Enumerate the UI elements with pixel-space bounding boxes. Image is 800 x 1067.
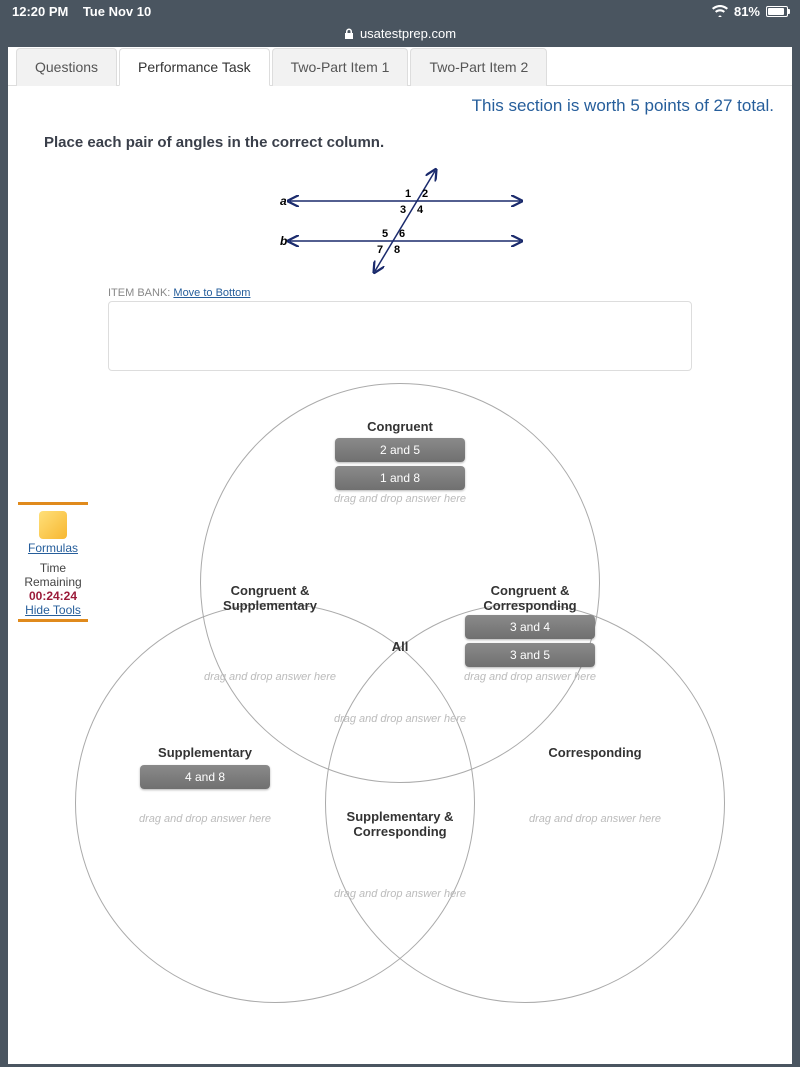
tab-performance-task[interactable]: Performance Task — [119, 48, 270, 86]
chip-3-and-4[interactable]: 3 and 4 — [465, 615, 595, 639]
status-time: 12:20 PM — [12, 4, 68, 19]
wifi-icon — [712, 5, 728, 17]
svg-text:7: 7 — [377, 244, 383, 256]
chip-2-and-5[interactable]: 2 and 5 — [335, 438, 465, 462]
chip-1-and-8[interactable]: 1 and 8 — [335, 466, 465, 490]
url-text: usatestprep.com — [360, 26, 456, 41]
page-content: Questions Performance Task Two-Part Item… — [8, 47, 792, 1064]
svg-text:1: 1 — [405, 188, 411, 200]
tab-questions[interactable]: Questions — [16, 48, 117, 86]
tab-two-part-1[interactable]: Two-Part Item 1 — [272, 48, 409, 86]
line-a-label: a — [280, 194, 287, 208]
item-bank-label: ITEM BANK: — [108, 287, 170, 299]
svg-text:6: 6 — [399, 228, 405, 240]
label-cong-supp: Congruent & Supplementary — [195, 583, 345, 613]
svg-text:5: 5 — [382, 228, 388, 240]
battery-icon — [766, 6, 788, 17]
venn-diagram: Congruent drag and drop answer here Cong… — [15, 383, 785, 1023]
svg-text:8: 8 — [394, 244, 400, 256]
label-corresponding: Corresponding — [520, 745, 670, 760]
points-info: This section is worth 5 points of 27 tot… — [8, 86, 792, 120]
item-bank-dropzone[interactable] — [108, 301, 692, 371]
drop-all[interactable]: drag and drop answer here — [320, 713, 480, 725]
label-all: All — [325, 639, 475, 654]
lock-icon — [344, 28, 354, 40]
tab-bar: Questions Performance Task Two-Part Item… — [8, 47, 792, 86]
drop-cong-corr[interactable]: drag and drop answer here — [450, 671, 610, 683]
label-cong-corr: Congruent & Corresponding — [455, 583, 605, 613]
move-to-bottom-link[interactable]: Move to Bottom — [173, 287, 250, 299]
chip-3-and-5[interactable]: 3 and 5 — [465, 643, 595, 667]
chip-4-and-8[interactable]: 4 and 8 — [140, 765, 270, 789]
drop-cong-supp[interactable]: drag and drop answer here — [190, 671, 350, 683]
tab-two-part-2[interactable]: Two-Part Item 2 — [410, 48, 547, 86]
item-bank-label-row: ITEM BANK: Move to Bottom — [8, 287, 792, 301]
question-prompt: Place each pair of angles in the correct… — [8, 120, 792, 161]
battery-percent: 81% — [734, 4, 760, 19]
svg-text:2: 2 — [422, 188, 428, 200]
angle-figure: a b 1 2 3 4 5 6 7 8 — [250, 161, 550, 281]
url-bar: usatestprep.com — [0, 22, 800, 47]
drop-supp-corr[interactable]: drag and drop answer here — [320, 888, 480, 900]
status-date: Tue Nov 10 — [83, 4, 151, 19]
line-b-label: b — [280, 234, 287, 248]
svg-text:3: 3 — [400, 204, 406, 216]
svg-text:4: 4 — [417, 204, 424, 216]
drop-corresponding[interactable]: drag and drop answer here — [515, 813, 675, 825]
drop-supplementary[interactable]: drag and drop answer here — [125, 813, 285, 825]
label-supplementary: Supplementary — [130, 745, 280, 760]
label-supp-corr: Supplementary & Corresponding — [325, 809, 475, 839]
status-bar: 12:20 PM Tue Nov 10 81% — [0, 0, 800, 22]
label-congruent: Congruent — [325, 419, 475, 434]
drop-congruent[interactable]: drag and drop answer here — [320, 493, 480, 505]
